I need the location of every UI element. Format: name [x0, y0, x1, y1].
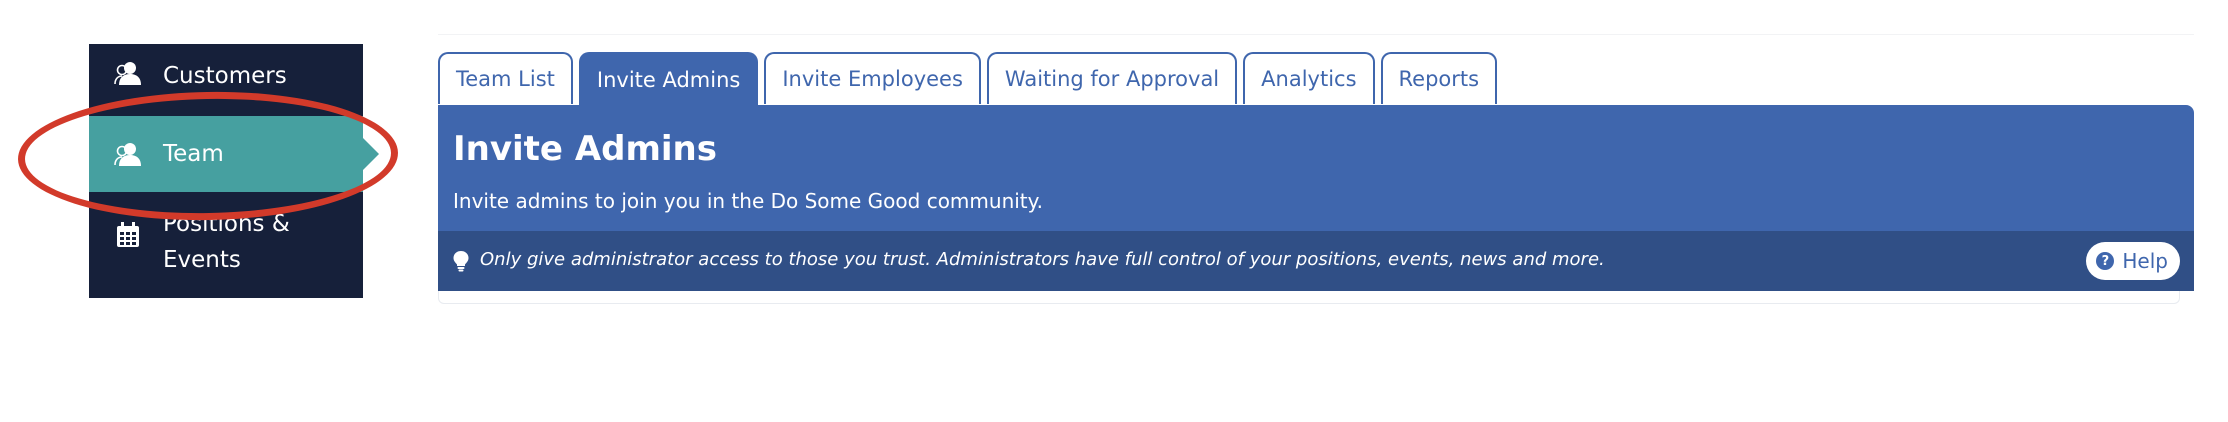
- question-circle-icon: ?: [2096, 252, 2115, 270]
- tab-invite-admins[interactable]: Invite Admins: [578, 52, 759, 106]
- users-icon: [113, 139, 143, 169]
- panel-header: Invite Admins Invite admins to join you …: [438, 105, 2194, 231]
- tab-invite-employees[interactable]: Invite Employees: [764, 52, 981, 104]
- tab-analytics[interactable]: Analytics: [1243, 52, 1375, 104]
- sidebar-item-team[interactable]: Team: [89, 116, 379, 192]
- tab-waiting-for-approval[interactable]: Waiting for Approval: [986, 52, 1238, 104]
- help-button[interactable]: ? Help: [2086, 242, 2180, 280]
- help-button-label: Help: [2122, 249, 2168, 273]
- page-subtitle: Invite admins to join you in the Do Some…: [453, 189, 1043, 213]
- sidebar-item-label: Team: [163, 141, 224, 167]
- tab-team-list[interactable]: Team List: [438, 52, 573, 104]
- lightbulb-icon: [452, 250, 470, 272]
- users-icon: [113, 58, 143, 88]
- sidebar: Customers Team Positions & Events: [89, 44, 379, 298]
- tab-reports[interactable]: Reports: [1380, 52, 1498, 104]
- sidebar-item-customers[interactable]: Customers: [89, 58, 363, 102]
- page-title: Invite Admins: [453, 129, 717, 169]
- info-banner-text: Only give administrator access to those …: [480, 249, 1605, 270]
- calendar-icon: [113, 220, 143, 250]
- info-banner: Only give administrator access to those …: [438, 231, 2194, 291]
- top-divider: [438, 34, 2194, 35]
- panel-body: [438, 291, 2180, 304]
- tab-bar: Team List Invite Admins Invite Employees…: [438, 52, 1498, 106]
- sidebar-item-positions-events[interactable]: Positions & Events: [89, 206, 363, 296]
- sidebar-item-label: Positions & Events: [163, 211, 290, 273]
- sidebar-item-label: Customers: [163, 63, 287, 89]
